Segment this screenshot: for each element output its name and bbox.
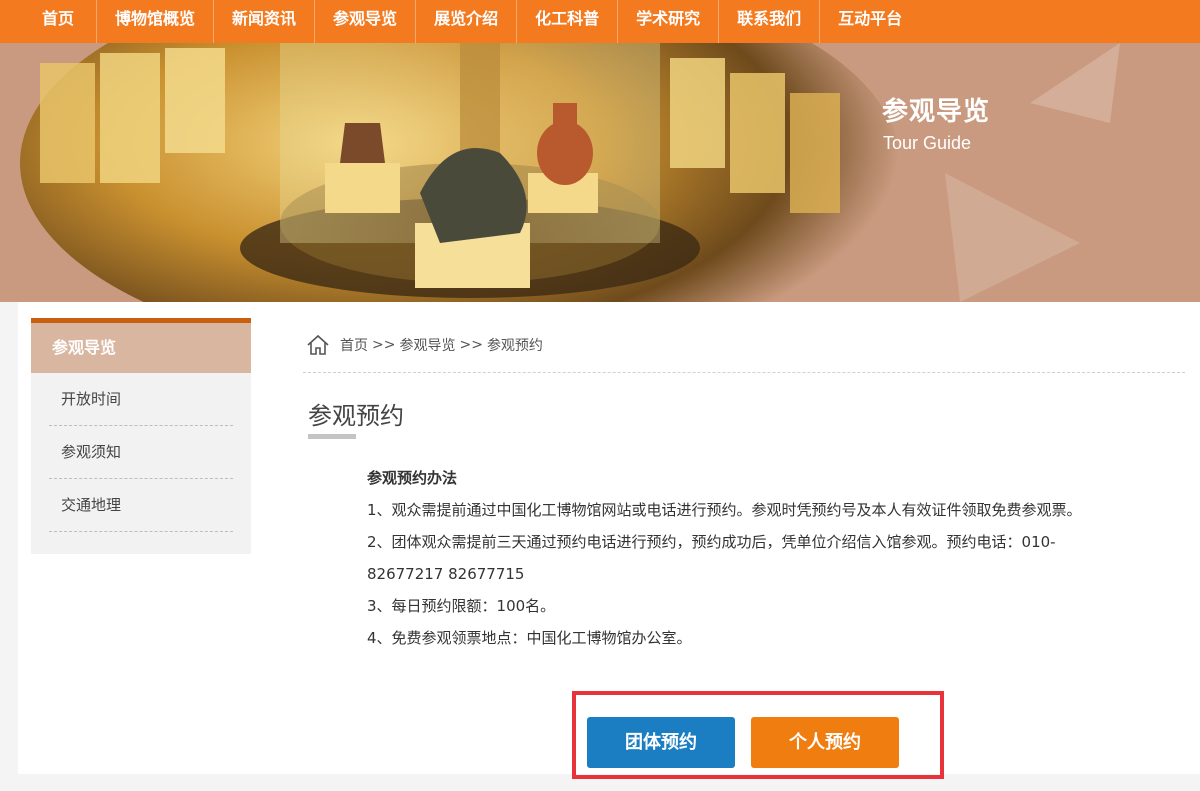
breadcrumb-home[interactable]: 首页 <box>340 335 368 355</box>
sidebar: 参观导览 开放时间 参观须知 交通地理 <box>31 318 251 554</box>
article-paragraph: 2、团体观众需提前三天通过预约电话进行预约，预约成功后，凭单位介绍信入馆参观。预… <box>367 533 1056 583</box>
article-paragraph: 4、免费参观领票地点：中国化工博物馆办公室。 <box>367 629 692 647</box>
title-underline <box>308 434 356 439</box>
personal-booking-button[interactable]: 个人预约 <box>751 717 899 768</box>
article-heading: 参观预约办法 <box>367 469 458 487</box>
nav-item-tour-guide[interactable]: 参观导览 <box>314 0 415 43</box>
nav-item-exhibitions[interactable]: 展览介绍 <box>415 0 516 43</box>
nav-item-museum-overview[interactable]: 博物馆概览 <box>96 0 213 43</box>
sidebar-header: 参观导览 <box>31 318 251 373</box>
hero-banner: 参观导览 Tour Guide <box>0 43 1200 302</box>
article-paragraph: 1、观众需提前通过中国化工博物馆网站或电话进行预约。参观时凭预约号及本人有效证件… <box>367 501 1082 519</box>
nav-item-chemistry-science[interactable]: 化工科普 <box>516 0 617 43</box>
banner-museum-image <box>0 43 1200 302</box>
group-booking-button[interactable]: 团体预约 <box>587 717 735 768</box>
sidebar-item-opening-hours[interactable]: 开放时间 <box>49 373 233 426</box>
nav-item-home[interactable]: 首页 <box>0 0 96 43</box>
breadcrumb-section[interactable]: 参观导览 <box>399 335 455 355</box>
breadcrumb-current: 参观预约 <box>486 338 543 354</box>
sidebar-item-transport[interactable]: 交通地理 <box>49 479 233 532</box>
page-title: 参观预约 <box>308 402 404 430</box>
home-icon[interactable] <box>306 334 330 356</box>
nav-item-research[interactable]: 学术研究 <box>617 0 718 43</box>
top-nav: 首页 博物馆概览 新闻资讯 参观导览 展览介绍 化工科普 学术研究 联系我们 互… <box>0 0 1200 43</box>
article-paragraph: 3、每日预约限额：100名。 <box>367 597 556 615</box>
breadcrumb-separator: >> <box>372 337 396 353</box>
banner-subtitle: Tour Guide <box>883 133 972 153</box>
nav-item-news[interactable]: 新闻资讯 <box>213 0 314 43</box>
sidebar-item-visitor-notice[interactable]: 参观须知 <box>49 426 233 479</box>
nav-item-interactive[interactable]: 互动平台 <box>819 0 920 43</box>
breadcrumb: 首页 >> 参观导览 >> 参观预约 <box>306 333 547 357</box>
divider <box>303 372 1185 373</box>
nav-item-contact[interactable]: 联系我们 <box>718 0 819 43</box>
banner-title: 参观导览 <box>882 97 991 127</box>
breadcrumb-separator: >> <box>459 337 483 353</box>
article-body: 参观预约办法 1、观众需提前通过中国化工博物馆网站或电话进行预约。参观时凭预约号… <box>367 462 1107 654</box>
